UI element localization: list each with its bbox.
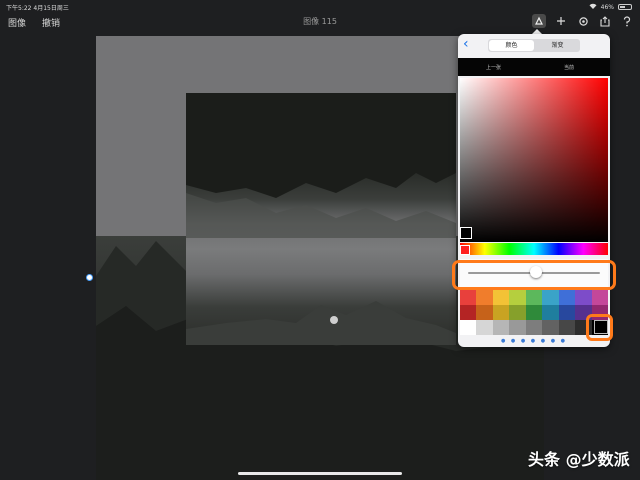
share-icon[interactable] xyxy=(598,14,612,28)
image-layer[interactable] xyxy=(186,93,456,345)
palette-swatch[interactable] xyxy=(509,320,526,335)
palette-swatch[interactable] xyxy=(460,320,477,335)
palette-swatch[interactable] xyxy=(460,305,477,320)
battery-percent: 46% xyxy=(600,3,614,11)
wifi-icon xyxy=(589,3,597,11)
popover-header: ‹ 颜色 渐变 xyxy=(458,34,610,56)
mirrored-forest-image xyxy=(186,93,456,345)
status-time: 下午5:22 4月15日周三 xyxy=(6,5,69,12)
app-toolbar: 图像 撤销 图像 115 xyxy=(0,12,640,32)
tab-color[interactable]: 颜色 xyxy=(489,40,534,51)
palette-swatch[interactable] xyxy=(509,290,526,305)
palette-swatch[interactable] xyxy=(542,305,559,320)
palette-swatch[interactable] xyxy=(476,290,493,305)
saturation-brightness-picker[interactable] xyxy=(460,78,608,242)
palette-swatch[interactable] xyxy=(542,320,559,335)
watermark-text: 头条 @少数派 xyxy=(528,450,630,469)
palette-swatch[interactable] xyxy=(492,290,510,305)
current-color-label[interactable]: 当前 xyxy=(564,64,574,71)
palette-swatch[interactable] xyxy=(542,290,559,305)
palette-swatch[interactable] xyxy=(575,290,592,305)
picker-selection-swatch[interactable] xyxy=(460,227,472,239)
battery-icon xyxy=(618,4,632,10)
brush-icon[interactable] xyxy=(532,14,546,28)
transform-center-handle[interactable] xyxy=(330,316,338,324)
plus-icon[interactable] xyxy=(554,14,568,28)
status-bar: 下午5:22 4月15日周三 46% xyxy=(0,0,640,12)
palette-swatch[interactable] xyxy=(460,290,477,305)
palette-swatch[interactable] xyxy=(558,305,576,320)
palette-swatch[interactable] xyxy=(591,290,608,305)
previous-color-label[interactable]: 上一张 xyxy=(486,64,501,71)
home-indicator[interactable] xyxy=(238,472,402,475)
highlight-current-swatch xyxy=(586,314,613,341)
palette-swatch[interactable] xyxy=(525,320,543,335)
sidebar-slider-handle[interactable] xyxy=(86,274,93,281)
tab-gradient[interactable]: 渐变 xyxy=(535,39,580,52)
help-icon[interactable] xyxy=(620,14,634,28)
previous-current-bar: 上一张 当前 xyxy=(458,58,610,76)
palette-swatch[interactable] xyxy=(525,305,543,320)
palette-swatch[interactable] xyxy=(476,305,493,320)
palette-swatch[interactable] xyxy=(558,290,576,305)
palette-swatch[interactable] xyxy=(492,320,510,335)
hue-slider-knob[interactable] xyxy=(460,245,470,255)
color-mode-segmented-control[interactable]: 颜色 渐变 xyxy=(488,39,580,52)
palette-swatch[interactable] xyxy=(558,320,576,335)
settings-icon[interactable] xyxy=(576,14,590,28)
palette-swatch[interactable] xyxy=(525,290,543,305)
back-chevron-icon[interactable]: ‹ xyxy=(463,37,469,51)
palette-swatch[interactable] xyxy=(509,305,526,320)
highlight-opacity-slider xyxy=(452,260,616,290)
hue-slider[interactable] xyxy=(460,243,608,255)
color-popover: ‹ 颜色 渐变 上一张 当前 ● ● ● ● ● ● ● xyxy=(458,34,610,347)
palette-swatch[interactable] xyxy=(476,320,493,335)
palette-swatch[interactable] xyxy=(492,305,510,320)
